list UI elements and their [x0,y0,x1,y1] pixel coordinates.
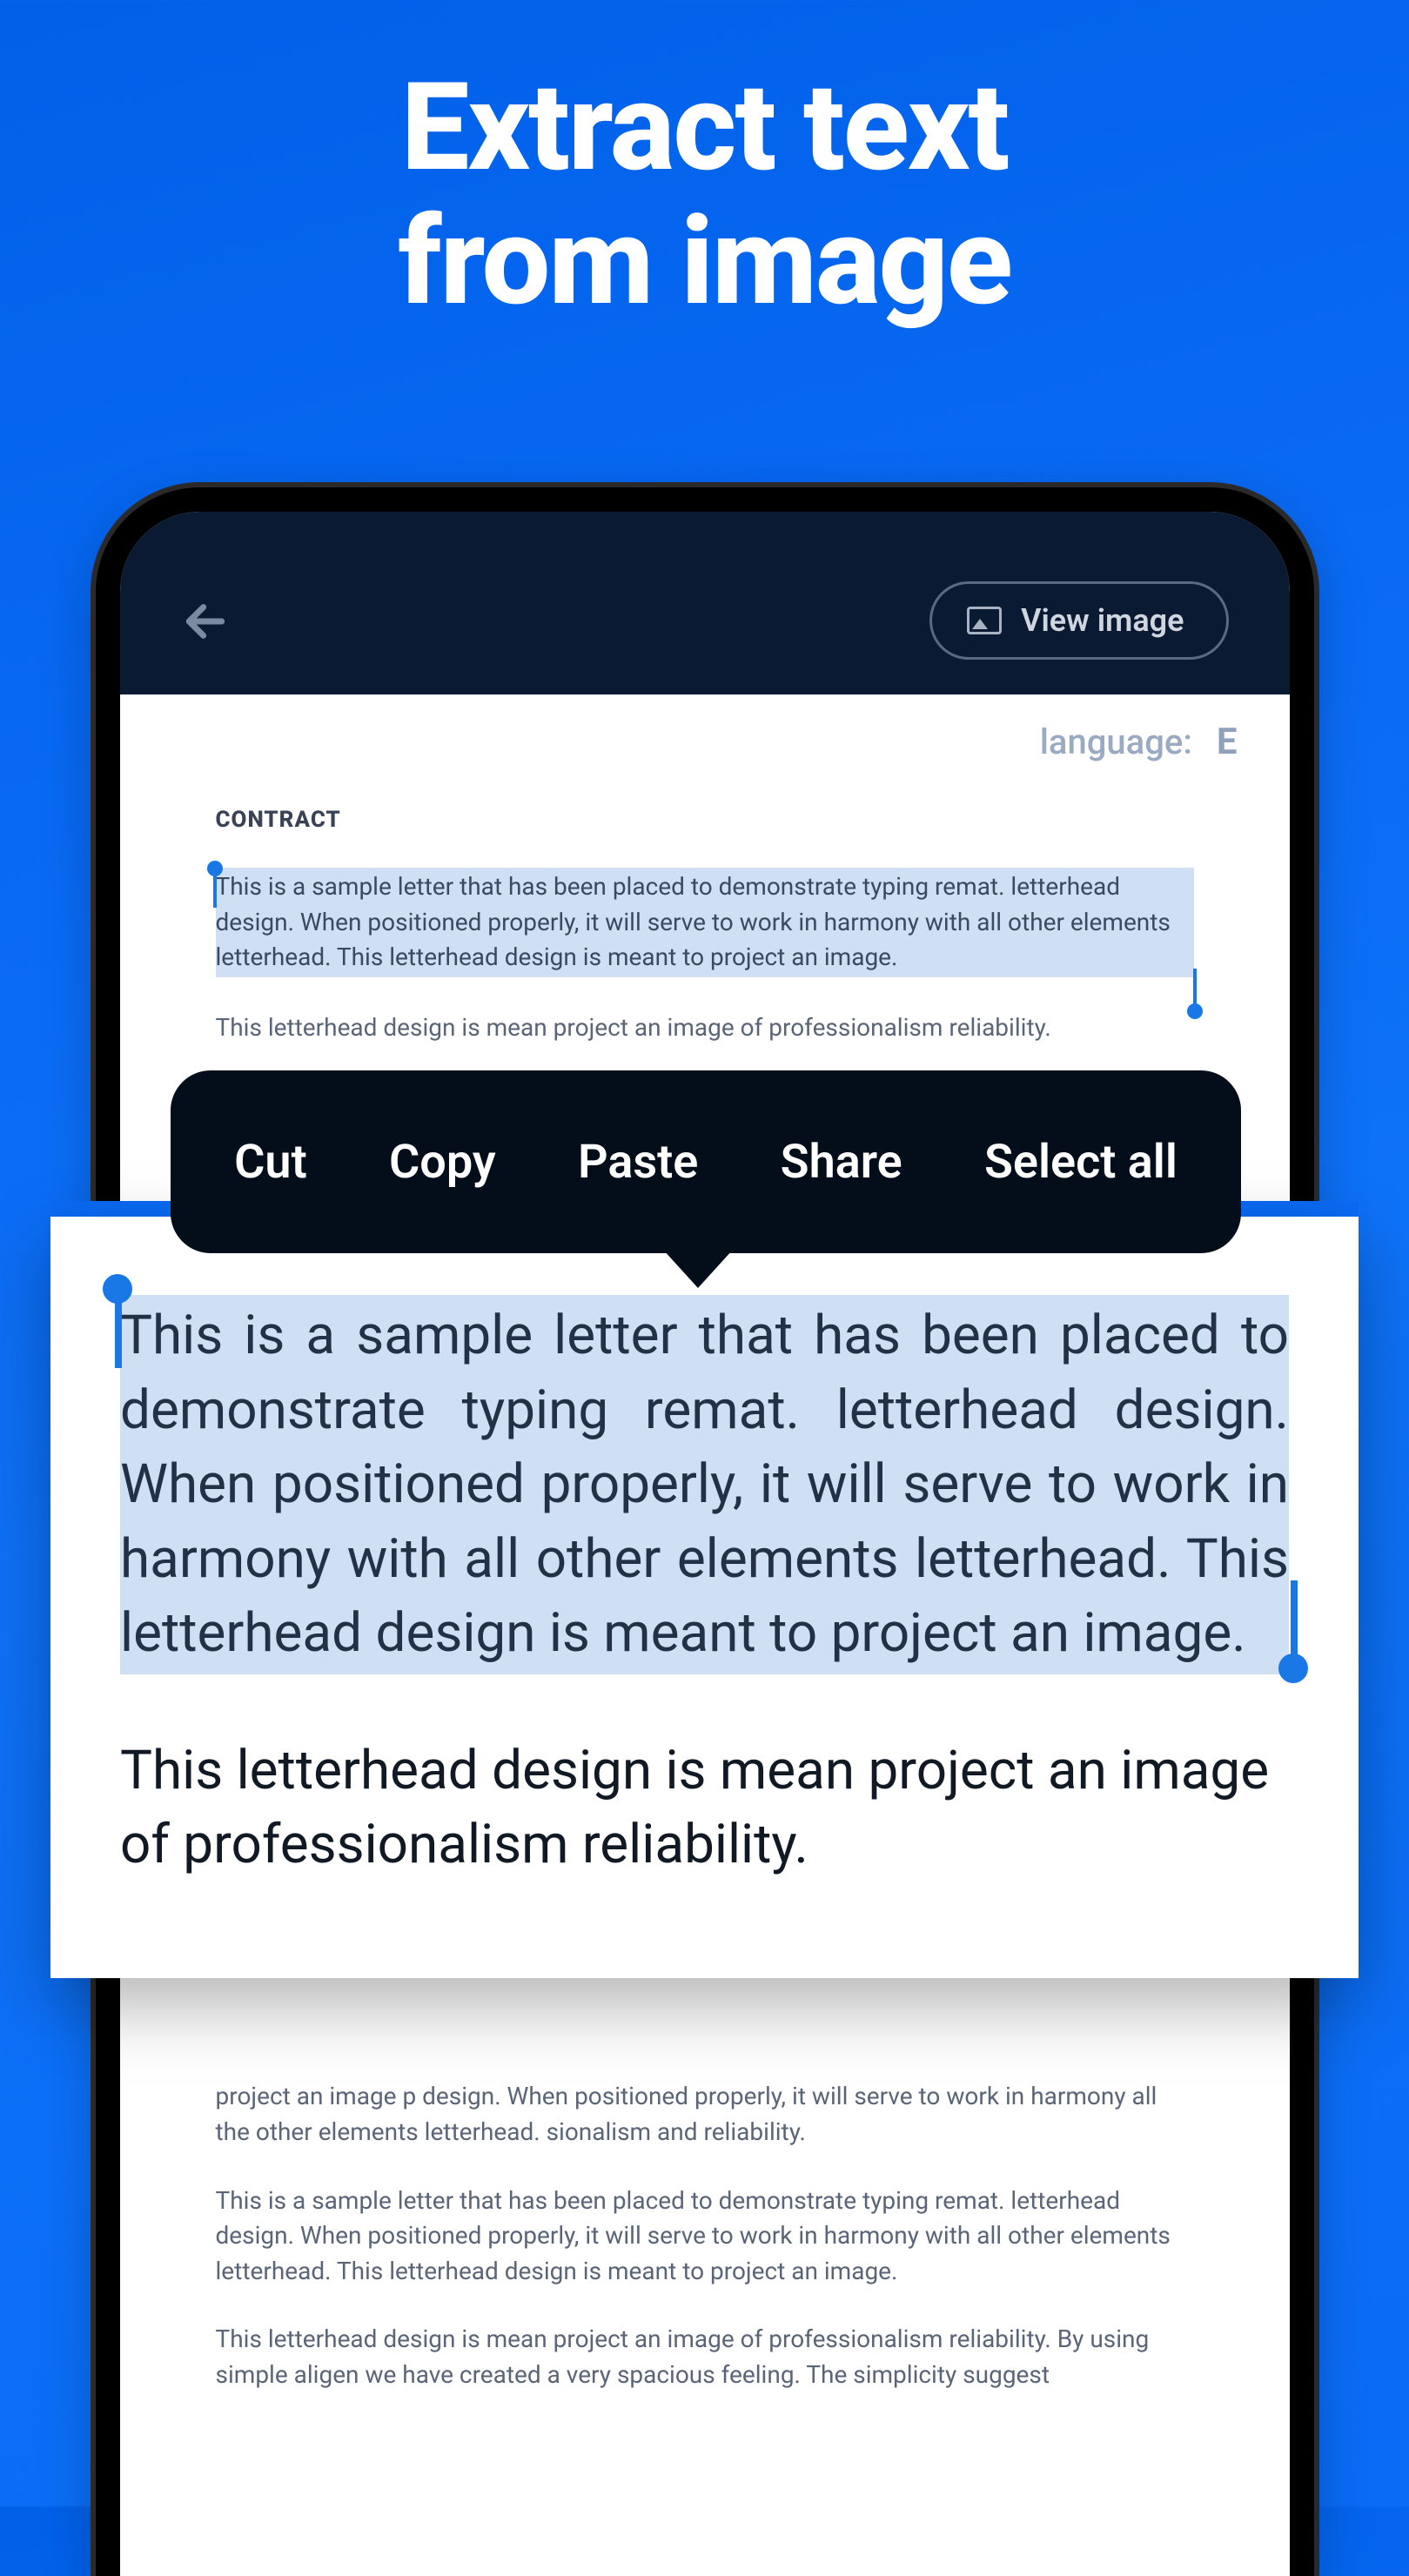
overlay-selected-text[interactable]: This is a sample letter that has been pl… [120,1295,1289,1674]
phone-notch [540,487,870,512]
view-image-button[interactable]: View image [929,581,1228,660]
arrow-left-icon [181,597,230,646]
view-image-label: View image [1021,602,1184,639]
language-row[interactable]: language: E [120,721,1290,763]
overlay-selection-handle-start-icon[interactable] [103,1274,132,1304]
overlay-card-wrap: This is a sample letter that has been pl… [50,1201,1359,1978]
document-paragraph-back-a: project an image p design. When position… [216,2079,1194,2150]
menu-cut[interactable]: Cut [234,1135,307,1190]
overlay-selection-handle-end-icon[interactable] [1278,1654,1308,1683]
language-code: E [1217,721,1238,763]
document-paragraph-back-c: This letterhead design is mean project a… [216,2322,1194,2392]
mini-selected-text[interactable]: This is a sample letter that has been pl… [216,868,1194,977]
app-header: View image [120,512,1290,694]
overlay-selected-wrap[interactable]: This is a sample letter that has been pl… [120,1295,1289,1674]
language-label: language: [1040,721,1192,762]
overlay-card: This is a sample letter that has been pl… [50,1217,1359,1978]
menu-paste[interactable]: Paste [578,1135,698,1190]
mini-selected-text-wrap[interactable]: This is a sample letter that has been pl… [216,868,1194,977]
document-paragraph-back-b: This is a sample letter that has been pl… [216,2184,1194,2290]
image-icon [967,607,1002,634]
selection-handle-start-icon[interactable] [207,861,223,876]
text-context-menu: Cut Copy Paste Share Select all [171,1070,1241,1253]
menu-select-all[interactable]: Select all [984,1135,1178,1190]
selection-handle-end-icon[interactable] [1187,1003,1203,1019]
hero-title: Extract text from image [0,61,1409,329]
back-button[interactable] [181,597,230,649]
document-paragraph-2: This letterhead design is mean project a… [216,1010,1194,1046]
menu-share[interactable]: Share [781,1135,902,1190]
overlay-paragraph-2: This letterhead design is mean project a… [120,1734,1289,1882]
document-heading: CONTRACT [216,807,1194,833]
hero-line-2: from image [0,195,1409,329]
hero-line-1: Extract text [0,61,1409,195]
menu-copy[interactable]: Copy [389,1135,496,1190]
